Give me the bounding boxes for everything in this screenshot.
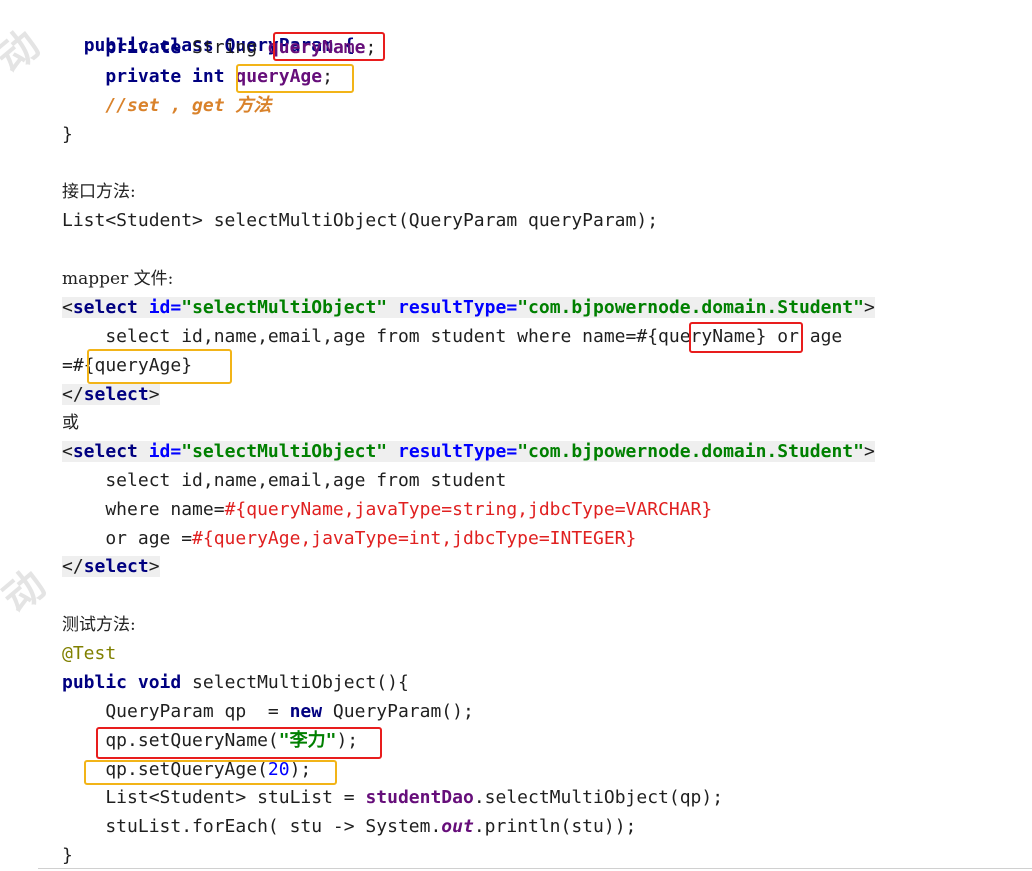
code-line-comment: //set , get 方法 <box>62 92 271 120</box>
closing-brace: } <box>62 124 73 145</box>
static-field-out: out <box>441 816 474 837</box>
method-name: selectMultiObject(){ <box>181 672 409 693</box>
highlight-box-queryAge-sql <box>87 349 232 384</box>
keyword-new: new <box>289 701 323 722</box>
highlight-box-queryName-sql <box>689 322 803 353</box>
xml-attr-resulttype: resultType= <box>387 441 518 462</box>
xml-bracket: > <box>863 297 875 318</box>
xml-bracket: > <box>148 384 160 405</box>
code-line-class-decl: public class QueryParam { <box>62 4 355 56</box>
xml-val-resulttype: "com.bjpowernode.domain.Student" <box>517 441 864 462</box>
xml-tag-select: select <box>83 384 149 405</box>
xml-attr-resulttype: resultType= <box>387 297 518 318</box>
code-text: .selectMultiObject(qp); <box>473 787 724 808</box>
comment-set-get: //set , get 方法 <box>105 95 272 116</box>
field-studentDao: studentDao <box>365 787 474 808</box>
highlight-box-queryAge-field <box>236 64 354 93</box>
xml-val-id: "selectMultiObject" <box>181 441 388 462</box>
xml-attr-id: id= <box>137 441 182 462</box>
test-annotation: @Test <box>62 643 117 664</box>
xml-bracket: > <box>863 441 875 462</box>
sql-text: or age = <box>62 528 193 549</box>
test-close: } <box>62 845 73 866</box>
xml-tag-select: select <box>72 297 138 318</box>
highlight-box-setQueryAge <box>84 760 337 785</box>
interface-signature: List<Student> selectMultiObject(QueryPar… <box>62 210 659 231</box>
test-line-5: stuList.forEach( stu -> System.out.print… <box>62 813 636 841</box>
xml-select-open-2: <select id="selectMultiObject" resultTyp… <box>62 438 875 466</box>
highlight-box-queryName-field <box>273 32 385 61</box>
xml-select-open-1: <select id="selectMultiObject" resultTyp… <box>62 294 875 322</box>
sql2-line-where: where name=#{queryName,javaType=string,j… <box>62 496 712 524</box>
xml-bracket: < <box>62 297 73 318</box>
xml-tag-select: select <box>83 556 149 577</box>
bottom-divider <box>38 868 1032 869</box>
sql-param-queryAge-typed: #{queryAge,javaType=int,jdbcType=INTEGER… <box>192 528 637 549</box>
sql2-line-1: select id,name,email,age from student <box>62 470 507 491</box>
interface-label: 接口方法: <box>62 182 136 202</box>
code-line-close: } <box>62 121 73 149</box>
sql2-line-or: or age =#{queryAge,javaType=int,jdbcType… <box>62 525 636 553</box>
xml-select-close-1: </select> <box>62 381 160 409</box>
mapper-label: mapper 文件: <box>62 269 174 289</box>
xml-bracket: </ <box>62 384 84 405</box>
code-text: stuList.forEach( stu -> System. <box>62 816 442 837</box>
test-line-1: QueryParam qp = new QueryParam(); <box>62 698 474 726</box>
sql-param-queryName-typed: #{queryName,javaType=string,jdbcType=VAR… <box>224 499 713 520</box>
sql-text: select id,name,email,age from student wh… <box>62 326 659 347</box>
test-label: 测试方法: <box>62 615 136 635</box>
highlight-box-setQueryName <box>96 727 382 759</box>
watermark-left-bottom: 动 <box>0 561 55 623</box>
keyword-private: private <box>105 37 182 58</box>
code-text: .println(stu)); <box>473 816 637 837</box>
xml-bracket: < <box>62 441 73 462</box>
code-text: QueryParam(); <box>322 701 474 722</box>
xml-bracket: > <box>148 556 160 577</box>
test-signature: public void selectMultiObject(){ <box>62 669 409 697</box>
type-string: String <box>181 37 268 58</box>
xml-val-resulttype: "com.bjpowernode.domain.Student" <box>517 297 864 318</box>
xml-val-id: "selectMultiObject" <box>181 297 388 318</box>
code-text: List<Student> stuList = <box>62 787 366 808</box>
keyword-private-int: private int <box>105 66 236 87</box>
xml-select-close-2: </select> <box>62 553 160 581</box>
code-text: QueryParam qp = <box>62 701 290 722</box>
keyword-public-void: public void <box>62 672 182 693</box>
watermark-left-top: 动 <box>0 21 49 83</box>
xml-bracket: </ <box>62 556 84 577</box>
sql-text: where name= <box>62 499 225 520</box>
test-line-4: List<Student> stuList = studentDao.selec… <box>62 784 723 812</box>
or-label: 或 <box>62 413 79 433</box>
xml-tag-select: select <box>72 441 138 462</box>
xml-attr-id: id= <box>137 297 182 318</box>
